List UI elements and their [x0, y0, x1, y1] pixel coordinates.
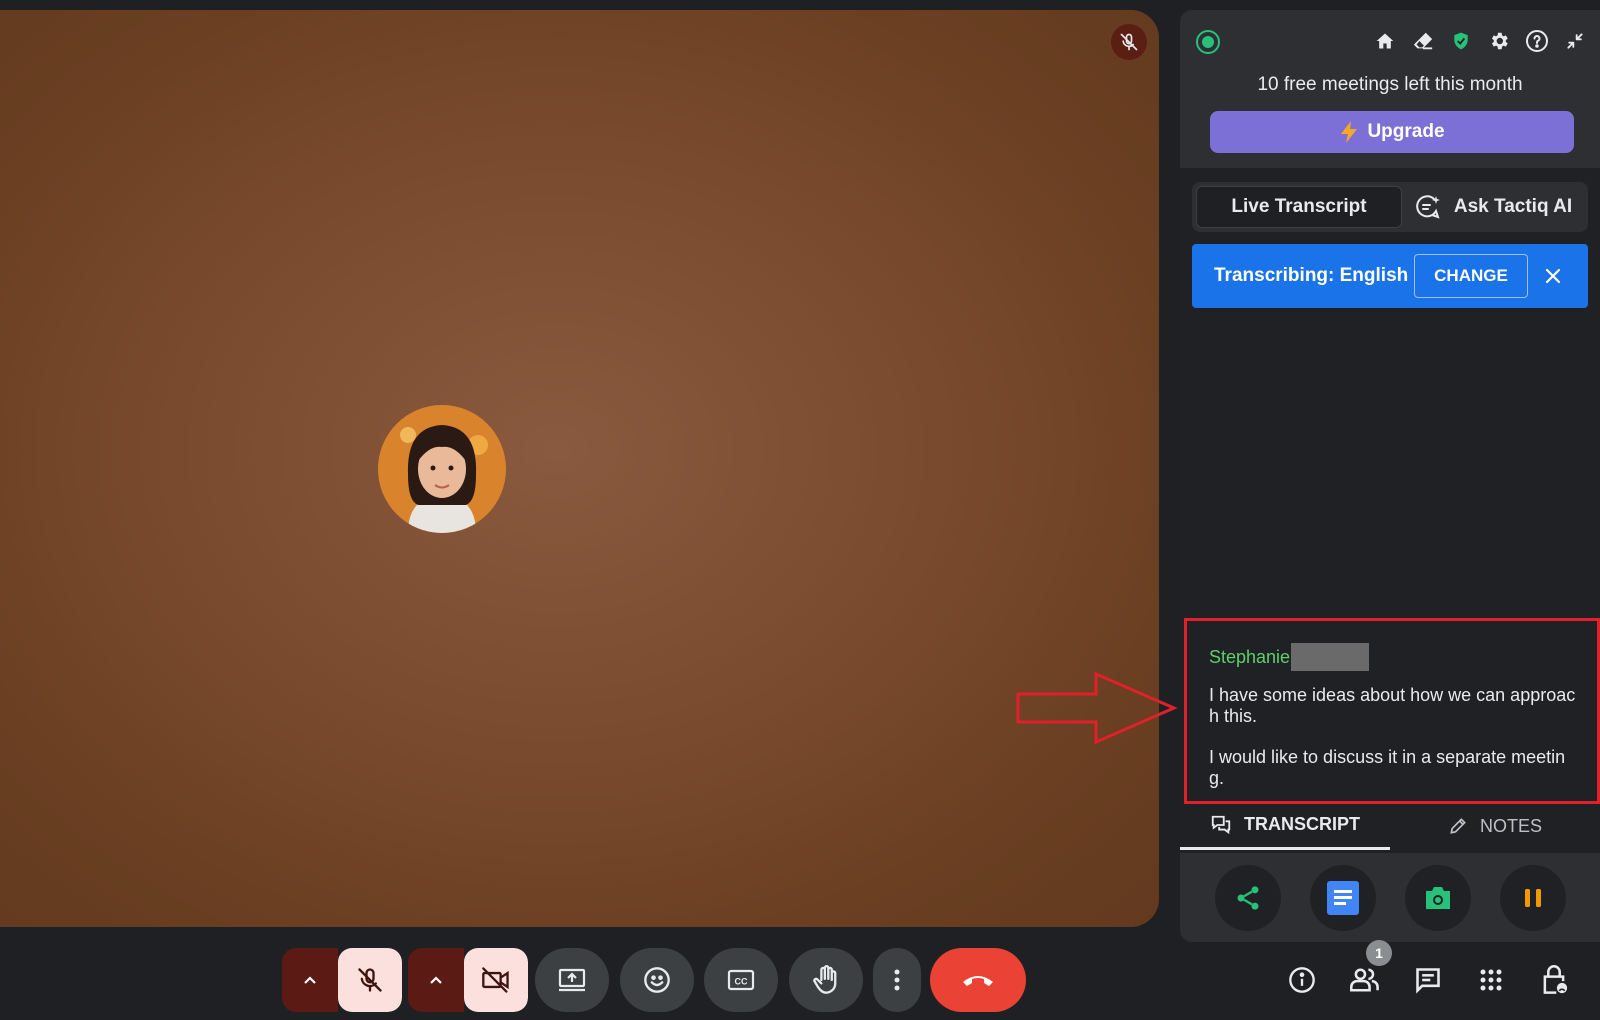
host-controls-icon — [1543, 965, 1568, 994]
eraser-icon[interactable] — [1410, 28, 1436, 54]
participant-video-tile — [0, 10, 1159, 927]
present-screen-button[interactable] — [535, 948, 609, 1012]
camera-control-group — [408, 948, 528, 1012]
mic-off-icon — [358, 968, 382, 992]
captions-icon: CC — [727, 969, 755, 991]
transcript-line: I have some ideas about how we can appro… — [1209, 685, 1576, 726]
mic-toggle-button[interactable] — [338, 948, 402, 1012]
pencil-icon — [1450, 818, 1466, 834]
camera-off-icon — [482, 967, 509, 993]
redacted-surname — [1291, 643, 1370, 671]
pause-button[interactable] — [1499, 865, 1566, 931]
panel-bottom-tabs: TRANSCRIPT NOTES — [1180, 802, 1600, 850]
screenshot-button[interactable] — [1404, 865, 1471, 931]
document-icon — [1326, 881, 1359, 915]
transcript-icon — [1211, 815, 1231, 834]
raise-hand-button[interactable] — [789, 948, 863, 1012]
reactions-button[interactable] — [620, 948, 694, 1012]
info-icon — [1289, 967, 1315, 993]
home-icon[interactable] — [1372, 28, 1398, 54]
tab-live-transcript[interactable]: Live Transcript — [1196, 186, 1402, 228]
google-doc-button[interactable] — [1309, 865, 1376, 931]
ask-ai-label: Ask Tactiq AI — [1453, 196, 1573, 217]
share-button[interactable] — [1214, 865, 1281, 931]
activities-button[interactable] — [1471, 960, 1511, 1000]
svg-text:CC: CC — [735, 977, 748, 987]
gear-icon[interactable] — [1486, 28, 1512, 54]
mic-control-group — [282, 948, 402, 1012]
shield-check-icon[interactable] — [1448, 28, 1474, 54]
tab-transcript[interactable]: TRANSCRIPT — [1180, 802, 1390, 850]
help-icon[interactable] — [1524, 28, 1550, 54]
host-controls-button[interactable] — [1534, 960, 1574, 1000]
camera-options-button[interactable] — [408, 948, 464, 1012]
tab-ask-ai[interactable]: Ask Tactiq AI — [1402, 186, 1584, 228]
ai-chat-icon — [1416, 195, 1440, 219]
panel-header: 10 free meetings left this month Upgrade — [1180, 10, 1600, 168]
more-options-icon — [894, 969, 900, 991]
minimize-icon[interactable] — [1562, 28, 1588, 54]
transcription-language-bar: Transcribing: English CHANGE — [1192, 244, 1588, 308]
panel-mode-tabs: Live Transcript Ask Tactiq AI — [1192, 182, 1588, 232]
lightning-icon — [1341, 121, 1358, 143]
raise-hand-icon — [813, 965, 837, 994]
close-icon[interactable] — [1542, 265, 1564, 287]
tactiq-side-panel: 10 free meetings left this month Upgrade… — [1180, 10, 1600, 942]
present-screen-icon — [558, 968, 586, 992]
people-icon — [1350, 968, 1379, 992]
upgrade-label: Upgrade — [1367, 121, 1445, 142]
participant-avatar — [378, 405, 506, 533]
emoji-icon — [644, 967, 670, 993]
end-call-icon — [963, 976, 993, 986]
chevron-up-icon — [430, 976, 442, 984]
speaker-name: Stephanie — [1209, 643, 1577, 671]
highlight-arrow — [1016, 672, 1178, 744]
chevron-up-icon — [304, 976, 316, 984]
captions-button[interactable]: CC — [704, 948, 778, 1012]
transcript-entry: Stephanie I have some ideas about how we… — [1184, 618, 1600, 804]
camera-icon — [1425, 887, 1450, 909]
free-meetings-remaining: 10 free meetings left this month — [1257, 74, 1523, 95]
recording-status-icon[interactable] — [1196, 30, 1220, 54]
header-toolbar — [1372, 28, 1588, 54]
tab-notes[interactable]: NOTES — [1390, 802, 1600, 850]
meeting-info-button[interactable] — [1282, 960, 1322, 1000]
call-controls-bar: CC — [0, 948, 1600, 1012]
change-language-button[interactable]: CHANGE — [1414, 254, 1528, 298]
mic-options-button[interactable] — [282, 948, 338, 1012]
people-button[interactable] — [1345, 960, 1385, 1000]
end-call-button[interactable] — [930, 948, 1026, 1012]
camera-toggle-button[interactable] — [464, 948, 528, 1012]
transcript-line: I would like to discuss it in a separate… — [1209, 747, 1566, 788]
transcribing-language-text: Transcribing: English — [1214, 265, 1409, 286]
apps-icon — [1480, 969, 1502, 991]
share-icon — [1237, 886, 1258, 910]
panel-actions — [1180, 853, 1600, 942]
transcript-tab-label: TRANSCRIPT — [1244, 814, 1360, 834]
more-options-button[interactable] — [873, 948, 921, 1012]
chat-icon — [1416, 968, 1440, 994]
speaker-first-name: Stephanie — [1209, 646, 1291, 667]
upgrade-button[interactable]: Upgrade — [1210, 111, 1574, 153]
chat-button[interactable] — [1408, 960, 1448, 1000]
pause-icon — [1524, 889, 1541, 907]
participant-muted-icon — [1111, 24, 1147, 60]
notes-tab-label: NOTES — [1479, 815, 1542, 836]
people-count-badge: 1 — [1366, 940, 1392, 966]
